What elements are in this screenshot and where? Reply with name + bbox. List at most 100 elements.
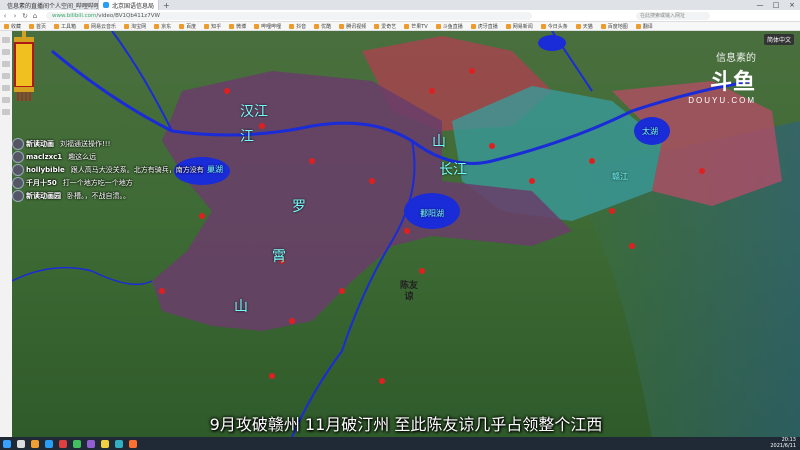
bookmark-icon — [84, 23, 90, 29]
bookmark-item[interactable]: 腾讯视频 — [335, 23, 370, 30]
os-taskbar: 20:13 2021/6/11 — [0, 437, 800, 450]
bookmark-label: 工具箱 — [61, 23, 77, 30]
maximize-button[interactable]: □ — [768, 0, 784, 10]
map-label-jiang: 江 — [240, 129, 254, 145]
reload-icon[interactable]: ↻ — [20, 12, 30, 20]
danmaku-text: 打一个地方吃一个地方 — [62, 178, 133, 187]
app-icon-green[interactable] — [73, 439, 81, 448]
forward-icon[interactable]: › — [10, 12, 20, 20]
bookmark-item[interactable]: 收藏 — [0, 23, 25, 30]
danmaku-user: 千月十50 — [26, 178, 57, 187]
bookmark-item[interactable]: 爱奇艺 — [370, 23, 400, 30]
bookmark-label: 爱奇艺 — [381, 23, 397, 30]
app-icon-cyan[interactable] — [115, 439, 123, 448]
clock[interactable]: 20:13 2021/6/11 — [770, 437, 796, 449]
bookmark-item[interactable]: 哔哩哔哩 — [250, 23, 285, 30]
tab-2[interactable]: 北京国语信息局 — [99, 0, 160, 10]
bookmark-item[interactable]: 工具箱 — [50, 23, 80, 30]
map-label-shan: 山 — [234, 299, 248, 315]
avatar — [12, 150, 24, 163]
url-path: /video/BV1Qb411z7VW — [96, 12, 160, 19]
map-view — [12, 31, 800, 437]
bookmark-item[interactable]: 天猫 — [572, 23, 597, 30]
bookmark-item[interactable]: 淘宝网 — [120, 23, 150, 30]
bookmark-icon — [505, 23, 511, 29]
close-button[interactable]: × — [784, 0, 800, 10]
bookmark-label: 收藏 — [11, 23, 22, 30]
danmaku-item: 新读动画 刘福通送操作!!! — [12, 137, 204, 150]
bookmark-item[interactable]: 翻译 — [632, 23, 657, 30]
sidebar-history-icon[interactable] — [2, 49, 10, 55]
bookmark-item[interactable]: 优酷 — [310, 23, 335, 30]
bookmark-icon — [179, 23, 185, 29]
map-label-river: 长江 — [439, 162, 467, 178]
app-icon-purple[interactable] — [87, 439, 95, 448]
language-button[interactable]: 简体中文 — [763, 34, 794, 45]
bookmark-item[interactable]: 网易云音乐 — [80, 23, 120, 30]
sidebar-game-icon[interactable] — [2, 85, 10, 91]
address-bar: ‹ › ↻ ⌂ www.bilibili.com/video/BV1Qb411z… — [0, 10, 800, 22]
bookmark-icon — [254, 23, 260, 29]
bookmarks-bar: 收藏 首页 工具箱 网易云音乐 淘宝网 京东 百度 知乎 微博 哔哩哔哩 抖音 优酷 腾讯视频 爱奇艺 芒果… — [0, 22, 800, 31]
sidebar-star-icon[interactable] — [2, 37, 10, 43]
bookmark-item[interactable]: 百度 — [175, 23, 200, 30]
avatar — [12, 176, 24, 189]
bookmark-icon — [435, 23, 441, 29]
browser-tab-bar: 信息素的直播间个人空间_哔哩哔哩_ 北京国语信息局 + — □ × — [0, 0, 800, 10]
file-explorer-icon[interactable] — [31, 439, 39, 448]
bookmark-icon — [575, 23, 581, 29]
bookmark-icon — [374, 23, 380, 29]
map-label-xiao: 霄 — [272, 249, 286, 265]
bookmark-item[interactable]: 首页 — [25, 23, 50, 30]
douyu-watermark: 信息素的 斗鱼 DOUYU.COM — [688, 49, 756, 105]
bookmark-icon — [289, 23, 295, 29]
map-label-lake: 巢湖 — [207, 165, 223, 174]
video-subtitle: 9月攻破赣州 11月破汀州 至此陈友谅几乎占领整个江西 — [209, 415, 603, 434]
sidebar-download-icon[interactable] — [2, 61, 10, 67]
minimize-button[interactable]: — — [752, 0, 768, 10]
bookmark-label: 天猫 — [582, 23, 593, 30]
back-icon[interactable]: ‹ — [0, 12, 10, 20]
bookmark-icon — [404, 23, 410, 29]
browser-icon[interactable] — [45, 439, 53, 448]
bookmark-label: 京东 — [161, 23, 172, 30]
bookmark-item[interactable]: 百度地图 — [597, 23, 632, 30]
window-controls: — □ × — [752, 0, 800, 10]
bookmark-item[interactable]: 知乎 — [200, 23, 225, 30]
new-tab-button[interactable]: + — [159, 1, 174, 10]
url-input[interactable]: www.bilibili.com/video/BV1Qb411z7VW — [46, 11, 532, 20]
bookmark-item[interactable]: 网易新闻 — [502, 23, 537, 30]
app-icon-orange[interactable] — [129, 439, 137, 448]
bookmark-item[interactable]: 微博 — [225, 23, 250, 30]
sidebar-mail-icon[interactable] — [2, 97, 10, 103]
bookmark-label: 首页 — [36, 23, 47, 30]
app-icon-red[interactable] — [59, 439, 67, 448]
lantern-marker-icon — [14, 31, 34, 101]
danmaku-text: 趣这么远 — [68, 152, 97, 161]
bookmark-label: 抖音 — [296, 23, 307, 30]
tab-1[interactable]: 信息素的直播间个人空间_哔哩哔哩_ — [0, 0, 99, 10]
tab-label: 信息素的直播间个人空间_哔哩哔哩_ — [7, 2, 99, 10]
start-icon[interactable] — [3, 439, 11, 448]
bookmark-item[interactable]: 虎牙直播 — [467, 23, 502, 30]
danmaku-item: hollybible 跟人高马大没关系。北方有骑兵，南方没有 — [12, 163, 204, 176]
bookmark-item[interactable]: 抖音 — [285, 23, 310, 30]
bookmark-item[interactable]: 芒果TV — [400, 23, 431, 30]
sidebar-more-icon[interactable] — [2, 109, 10, 115]
bookmark-item[interactable]: 今日头条 — [537, 23, 572, 30]
bookmark-item[interactable]: 斗鱼直播 — [432, 23, 467, 30]
search-icon[interactable] — [17, 439, 25, 448]
app-icon-yellow[interactable] — [101, 439, 109, 448]
bookmark-icon — [154, 23, 160, 29]
search-input[interactable]: 在此搜索或输入网址 — [636, 11, 710, 20]
bookmark-icon — [124, 23, 130, 29]
home-icon[interactable]: ⌂ — [30, 12, 40, 20]
danmaku-user: hollybible — [26, 165, 65, 174]
bookmark-label: 百度地图 — [607, 23, 628, 30]
bookmark-icon — [635, 23, 641, 29]
sidebar-note-icon[interactable] — [2, 73, 10, 79]
douyu-logo: 斗鱼 — [709, 70, 756, 95]
bookmark-label: 斗鱼直播 — [442, 23, 463, 30]
bookmark-item[interactable]: 京东 — [150, 23, 175, 30]
video-player[interactable]: 江 汉江 罗 霄 山 鄱阳湖 太湖 巢湖 长江 山 赣江 陈友谅 信息素的 斗鱼… — [12, 31, 800, 437]
